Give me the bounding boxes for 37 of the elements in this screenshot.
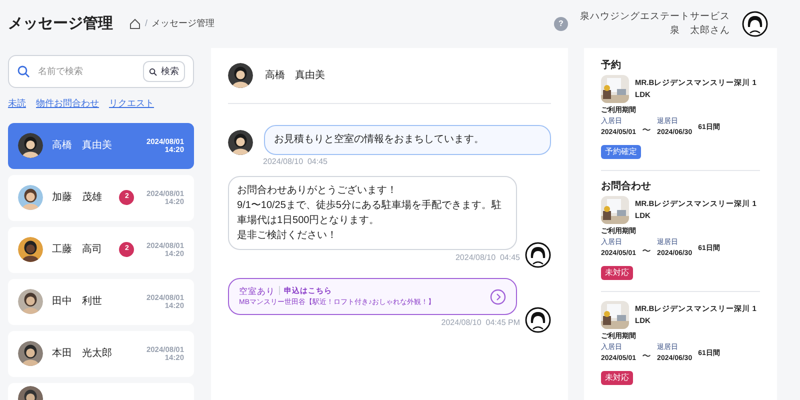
chevron-right-icon xyxy=(490,288,506,304)
contact-name: 工藤 高司 xyxy=(52,242,102,257)
page-title: メッセージ管理 xyxy=(8,14,113,34)
message-timestamp: 2024/08/10 04:45 PM xyxy=(440,317,520,329)
message-timestamp: 2024/08/10 04:45 xyxy=(263,156,329,168)
user-name: 泉 太郎さん xyxy=(670,24,730,38)
contact-name: 田中 利世 xyxy=(52,294,102,309)
breadcrumb-separator: / xyxy=(145,17,148,30)
search-field[interactable]: 名前で検索 検索 xyxy=(8,55,194,88)
breadcrumb-item: メッセージ管理 xyxy=(152,17,215,30)
message-timestamp: 2024/08/10 04:45 xyxy=(454,252,520,264)
section-title: お問合わせ xyxy=(601,180,652,194)
search-icon xyxy=(149,68,157,76)
status-badge: 予約確定 xyxy=(601,145,641,159)
filter-link[interactable]: 未読 xyxy=(8,97,26,110)
status-badge: 未対応 xyxy=(601,371,633,385)
section-title: 予約 xyxy=(601,58,622,73)
search-icon xyxy=(17,65,30,78)
contact-name: 加藤 茂雄 xyxy=(52,190,102,205)
tilde: 〜 xyxy=(642,350,652,362)
chat-contact-name: 高橋 真由美 xyxy=(265,68,325,83)
contact-name: 本田 光太郎 xyxy=(52,346,112,361)
status-badge: 未対応 xyxy=(601,266,633,280)
filter-link[interactable]: リクエスト xyxy=(109,97,154,110)
contact-name: 高橋 真由美 xyxy=(52,138,112,153)
company-name: 泉ハウジングエステートサービス xyxy=(580,10,730,24)
user-avatar-icon[interactable] xyxy=(742,11,768,37)
search-button[interactable]: 検索 xyxy=(143,61,185,82)
tilde: 〜 xyxy=(642,246,652,256)
tilde: 〜 xyxy=(642,124,652,136)
availability-label: 空室あり xyxy=(239,284,275,296)
filter-link[interactable]: 物件お問合わせ xyxy=(36,97,99,110)
incoming-message-bubble: お見積もりと空室の情報をおまちしています。 xyxy=(264,125,551,155)
outgoing-message-bubble: お問合わせありがとうございます！ 9/1〜10/25まで、徒歩5分にある駐車場を手配できます。駐車場代は1日500円となります。 是非ご検討ください！ xyxy=(228,176,517,250)
home-icon[interactable] xyxy=(129,18,141,30)
user-avatar-icon[interactable] xyxy=(525,242,551,268)
user-avatar-icon[interactable] xyxy=(525,307,551,333)
